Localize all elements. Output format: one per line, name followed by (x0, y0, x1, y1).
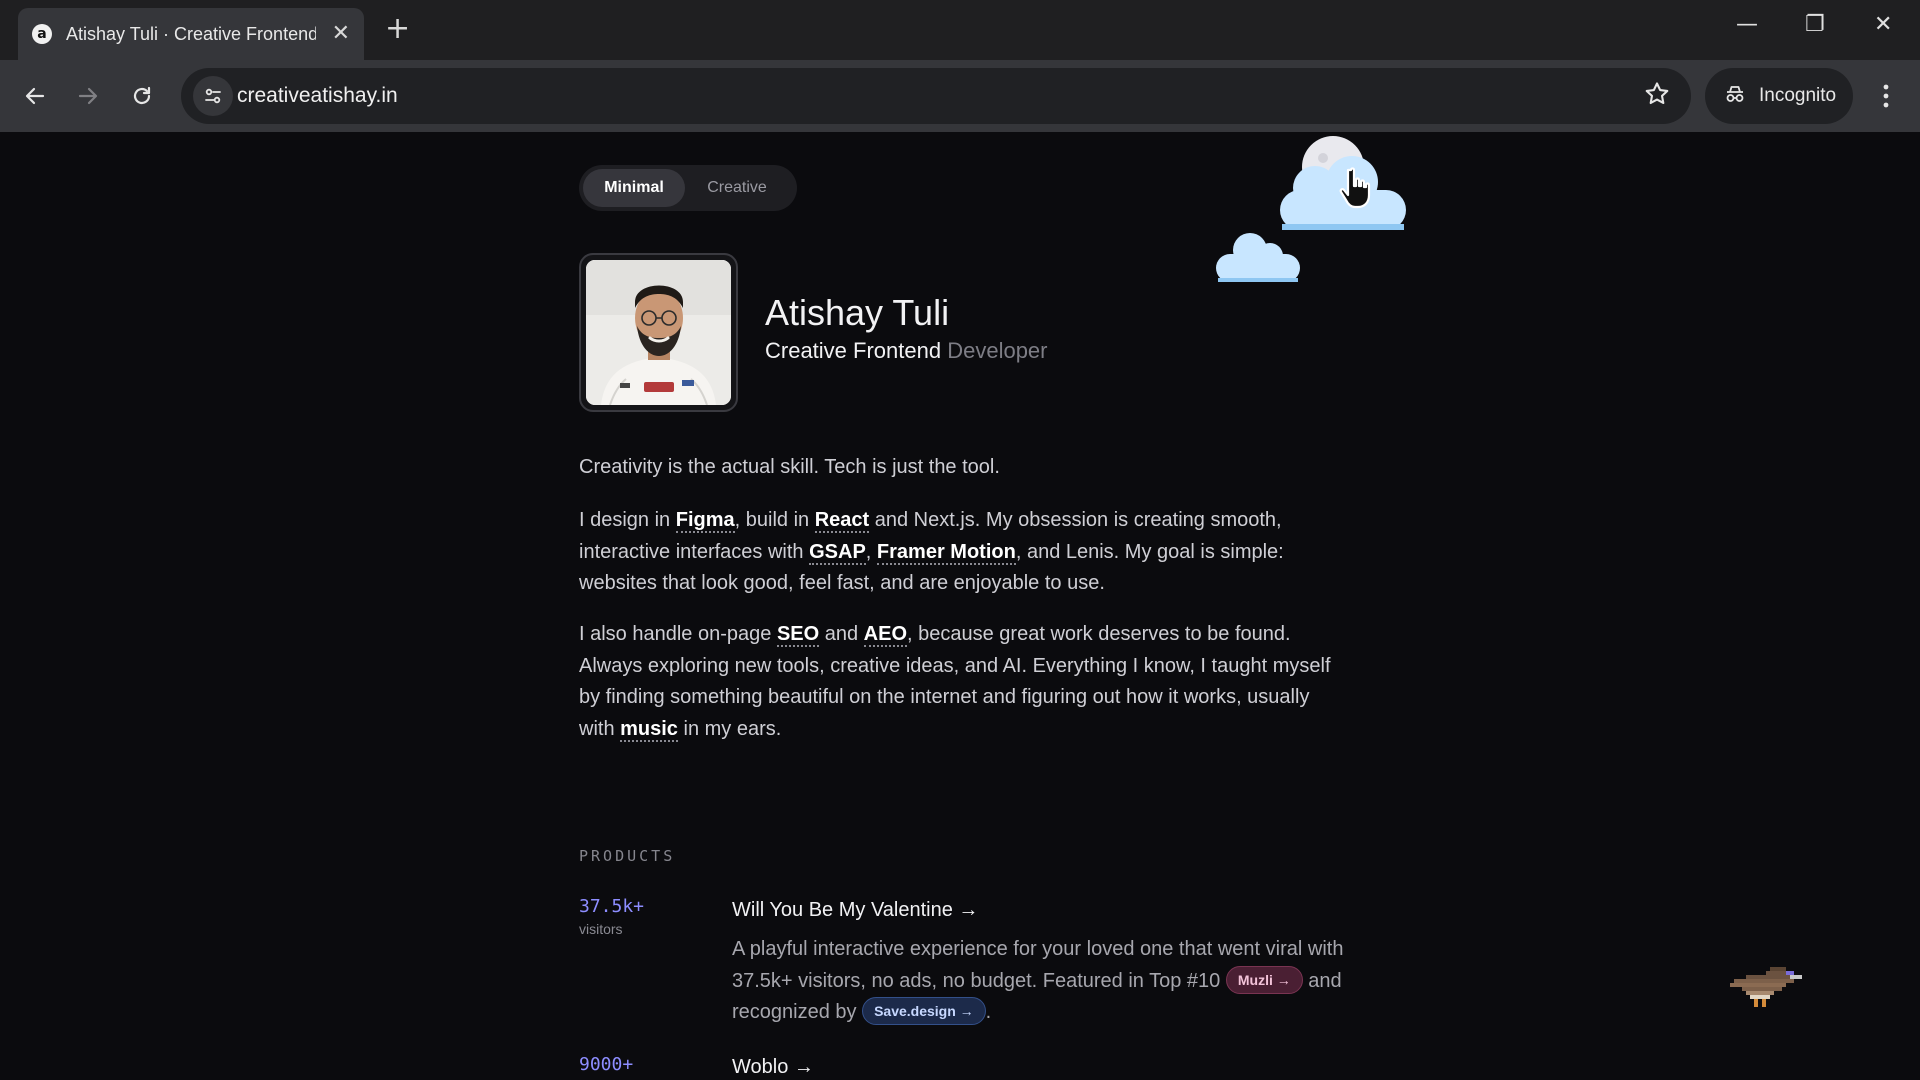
site-settings-icon[interactable] (193, 76, 233, 116)
intro-line: Creativity is the actual skill. Tech is … (579, 456, 1000, 478)
product-title-valentine[interactable]: Will You Be My Valentine → (732, 899, 978, 922)
intro-paragraph-tools: I design in Figma, build in React and Ne… (579, 505, 1349, 600)
tab-close-icon[interactable]: ✕ (332, 23, 350, 45)
mode-toggle: Minimal Creative (579, 165, 797, 211)
product-title-woblo[interactable]: Woblo → (732, 1056, 814, 1079)
browser-tab[interactable]: a Atishay Tuli · Creative Frontend ✕ (18, 8, 364, 60)
reload-icon[interactable] (122, 76, 162, 116)
window-close-icon[interactable]: ✕ (1874, 14, 1892, 36)
browser-toolbar: creativeatishay.in Incognito (0, 60, 1920, 132)
intro-paragraph-seo: I also handle on-page SEO and AEO, becau… (579, 619, 1349, 745)
intro-text: , build in (734, 509, 815, 531)
site-favicon: a (32, 24, 52, 44)
pixel-bird-icon[interactable] (1730, 963, 1802, 1011)
incognito-badge[interactable]: Incognito (1705, 68, 1853, 124)
moon-and-clouds-illustration[interactable] (1210, 132, 1420, 292)
browser-tab-strip: a Atishay Tuli · Creative Frontend ✕ + —… (0, 0, 1920, 60)
bookmark-star-icon[interactable] (1643, 80, 1671, 113)
minimize-icon[interactable]: — (1736, 14, 1758, 36)
product-stat: 9000+ (579, 1054, 634, 1075)
products-heading: PRODUCTS (579, 847, 676, 865)
muzli-chip-link[interactable]: Muzli → (1225, 965, 1303, 994)
back-arrow-icon[interactable] (15, 76, 55, 116)
profile-role: Creative Frontend Developer (765, 338, 1048, 364)
tab-title: Atishay Tuli · Creative Frontend (66, 23, 316, 44)
link-figma[interactable]: Figma (675, 509, 735, 533)
hand-cursor-icon (1339, 167, 1371, 209)
intro-text: in my ears. (677, 717, 782, 740)
link-react[interactable]: React (814, 509, 870, 533)
intro-text: , (865, 540, 877, 563)
forward-arrow-icon[interactable] (68, 76, 108, 116)
intro-text: I also handle on-page (579, 623, 777, 645)
profile-name: Atishay Tuli (765, 292, 950, 333)
toggle-creative-button[interactable]: Creative (685, 169, 789, 207)
link-aeo[interactable]: AEO (863, 623, 908, 647)
avatar (586, 260, 731, 405)
product-desc-text: . (985, 1001, 992, 1023)
product-description: A playful interactive experience for you… (732, 934, 1372, 1029)
product-stat: 37.5k+ (579, 896, 645, 917)
link-gsap[interactable]: GSAP (809, 540, 866, 565)
product-stat-label: visitors (579, 921, 623, 937)
incognito-label: Incognito (1759, 85, 1837, 106)
link-framer-motion[interactable]: Framer Motion (876, 540, 1016, 565)
more-vert-icon[interactable] (1872, 78, 1900, 119)
role-main: Creative Frontend (765, 338, 942, 363)
portfolio-page: Minimal Creative Atishay Tuli Creative F… (0, 132, 1920, 1080)
new-tab-icon[interactable]: + (385, 14, 410, 44)
intro-text: I design in (579, 509, 676, 531)
restore-icon[interactable]: ❐ (1805, 14, 1825, 36)
incognito-icon (1723, 82, 1747, 111)
address-bar[interactable]: creativeatishay.in (181, 68, 1691, 124)
profile-photo-frame (579, 253, 738, 412)
cloud-icon (1216, 233, 1300, 282)
intro-text: and (819, 623, 864, 645)
toggle-minimal-button[interactable]: Minimal (583, 169, 685, 207)
link-seo[interactable]: SEO (776, 623, 820, 647)
role-dim: Developer (947, 338, 1048, 363)
link-music[interactable]: music (620, 717, 678, 742)
save-design-chip-link[interactable]: Save.design → (862, 997, 986, 1025)
url-text: creativeatishay.in (237, 84, 398, 107)
